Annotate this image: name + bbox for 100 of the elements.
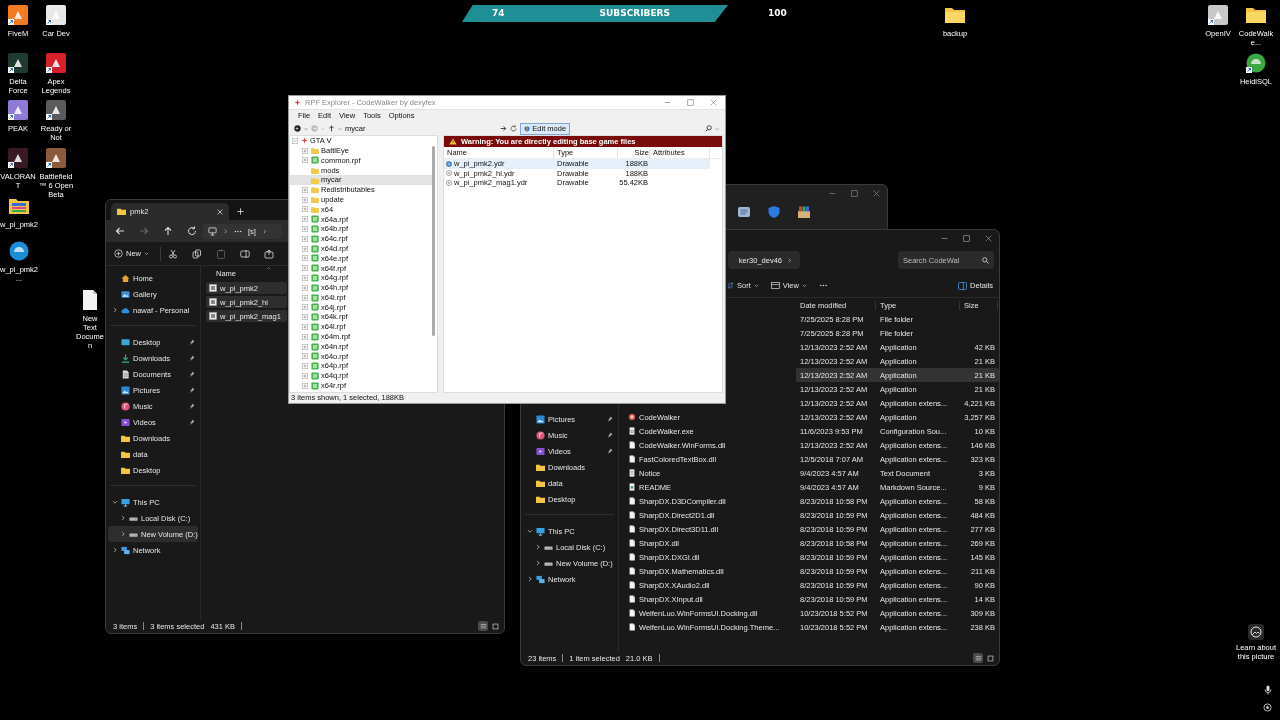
picture-info-icon[interactable]: [1248, 624, 1264, 640]
tile-icon: [986, 654, 994, 662]
view-icon: [770, 282, 780, 289]
go-icon[interactable]: [500, 125, 508, 132]
chevron-icon[interactable]: [526, 576, 533, 582]
folder-icon: [311, 147, 319, 155]
app-icon[interactable]: [7, 52, 29, 74]
chevron-icon[interactable]: [111, 307, 118, 313]
notes-icon[interactable]: [737, 205, 751, 219]
file-icon: [628, 595, 636, 603]
app-icon[interactable]: [45, 52, 67, 74]
plus-icon[interactable]: [237, 208, 244, 215]
app-icon[interactable]: [45, 147, 67, 169]
picture-icon: [536, 414, 545, 424]
chevron-icon[interactable]: [526, 528, 533, 534]
rename-icon[interactable]: [240, 248, 250, 259]
gallery-icon: [121, 289, 130, 299]
microphone-icon[interactable]: [1264, 685, 1272, 695]
file-icon: [628, 581, 636, 589]
chevron-icon[interactable]: [534, 560, 541, 566]
goal-count: 100: [768, 8, 787, 19]
app-icon[interactable]: [45, 99, 67, 121]
sort-icon: [727, 282, 734, 289]
sort-caret-icon[interactable]: [266, 266, 271, 271]
file-icon: [628, 497, 636, 505]
panel-icon: [958, 281, 968, 290]
chevron-icon[interactable]: [261, 228, 267, 234]
desktop-icon: [121, 337, 130, 347]
image-file-icon: [209, 312, 217, 320]
monitor-icon: [208, 226, 217, 236]
shield-icon[interactable]: [767, 205, 781, 219]
app-icon[interactable]: [7, 4, 29, 26]
search-icon[interactable]: [705, 125, 712, 132]
image-file-icon: [209, 298, 217, 306]
file-icon: [628, 539, 636, 547]
video-icon: [121, 417, 130, 427]
tiles-view-button[interactable]: [490, 621, 500, 631]
round-app-icon[interactable]: [1245, 52, 1267, 74]
cloud-icon: [121, 305, 130, 315]
back-icon[interactable]: [115, 226, 125, 236]
star-icon: [301, 137, 308, 145]
list-icon: [974, 654, 982, 662]
file-icon: [628, 623, 636, 631]
image-file-icon: [209, 284, 217, 292]
file-icon: [628, 609, 636, 617]
file-icon: [628, 441, 636, 449]
chevron-icon[interactable]: [111, 547, 118, 553]
round-app-icon[interactable]: [8, 240, 30, 262]
shield-icon: [524, 125, 531, 132]
config-file-icon: [628, 427, 636, 435]
file-icon: [628, 567, 636, 575]
tile-icon: [491, 622, 499, 630]
paste-icon[interactable]: [216, 248, 226, 259]
file-icon: [628, 511, 636, 519]
tiles-view-button[interactable]: [985, 653, 995, 663]
close-icon[interactable]: [984, 234, 992, 242]
more-icon[interactable]: [818, 284, 828, 287]
app-logo-icon: [294, 99, 301, 106]
more-icon[interactable]: [234, 229, 242, 233]
app-icon[interactable]: [45, 4, 67, 26]
document-icon: [121, 369, 130, 379]
folder-icon: [117, 207, 126, 216]
banner-label: SUBSCRIBERS: [599, 8, 670, 19]
download-icon: [121, 353, 130, 363]
network-icon: [536, 574, 545, 584]
warning-icon: [449, 138, 457, 145]
app-icon: [628, 413, 636, 421]
package-icon[interactable]: [797, 205, 811, 219]
network-icon: [121, 545, 130, 555]
chevron-icon[interactable]: [534, 544, 541, 550]
share-icon[interactable]: [264, 248, 274, 259]
details-view-button[interactable]: [973, 653, 983, 663]
target-icon[interactable]: [1263, 703, 1272, 712]
markdown-file-icon: [628, 483, 636, 491]
app-icon[interactable]: [7, 99, 29, 121]
app-icon[interactable]: [1207, 4, 1229, 26]
maximize-icon[interactable]: [850, 189, 858, 197]
search-icon[interactable]: [982, 256, 989, 264]
up-icon[interactable]: [328, 125, 335, 132]
chevron-icon[interactable]: [111, 499, 118, 505]
chevron-icon[interactable]: [119, 531, 126, 537]
file-icon: [628, 525, 636, 533]
scrollbar[interactable]: [432, 146, 435, 336]
details-view-button[interactable]: [478, 621, 488, 631]
computer-icon: [121, 497, 130, 507]
chevron-icon[interactable]: [119, 515, 126, 521]
copy-icon[interactable]: [192, 248, 202, 259]
app-icon[interactable]: [7, 147, 29, 169]
computer-icon: [536, 526, 545, 536]
music-icon: [121, 401, 130, 411]
back-icon[interactable]: [294, 125, 301, 132]
video-icon: [536, 446, 545, 456]
archive-icon: [311, 156, 319, 165]
file-icon: [628, 553, 636, 561]
maximize-icon[interactable]: [962, 234, 970, 242]
close-icon[interactable]: [872, 189, 880, 197]
home-icon: [121, 273, 130, 283]
plus-circle-icon: [114, 249, 123, 258]
cut-icon[interactable]: [168, 248, 178, 259]
file-icon: [628, 455, 636, 463]
